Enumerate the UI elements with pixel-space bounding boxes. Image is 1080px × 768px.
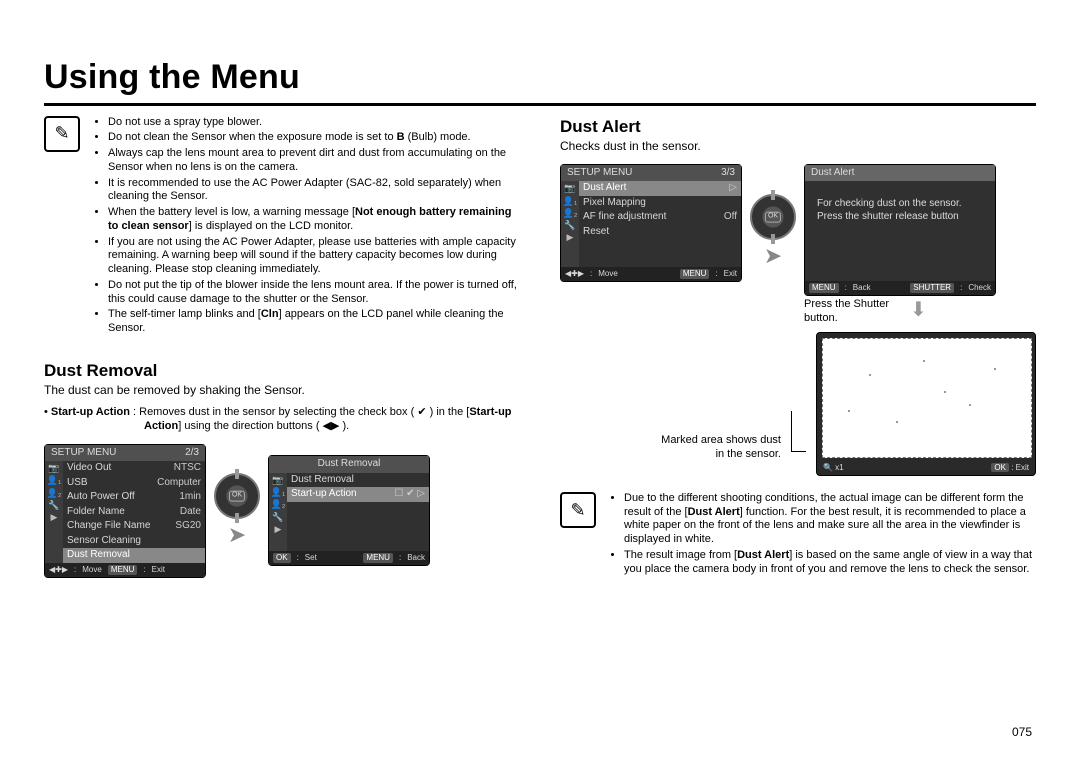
note-item: It is recommended to use the AC Power Ad… (108, 177, 522, 205)
section-dust-removal: Dust Removal (44, 360, 522, 381)
note-item: If you are not using the AC Power Adapte… (108, 236, 522, 277)
leader-line (791, 411, 806, 452)
menu-item: Dust Alert▷ (579, 181, 741, 196)
note-icon: ✎ (560, 492, 596, 528)
menu-item: Dust Removal (287, 473, 429, 488)
note-list: Do not use a spray type blower.Do not cl… (94, 116, 522, 338)
lcd-dust-removal: Dust Removal 📷👤₁👤₂🔧▶ Dust RemovalStart-u… (268, 455, 430, 566)
menu-item: Folder NameDate (63, 505, 205, 520)
title-rule (44, 103, 1036, 106)
menu-item: Dust Removal (63, 548, 205, 563)
dust-removal-subtitle: The dust can be removed by shaking the S… (44, 383, 522, 398)
startup-action-desc: • Start-up Action : Removes dust in the … (44, 406, 522, 434)
note-item: When the battery level is low, a warning… (108, 206, 522, 234)
press-shutter-caption: Press the Shutter button. (804, 298, 904, 326)
note-item: Do not put the tip of the blower inside … (108, 279, 522, 307)
note-item: Due to the different shooting conditions… (624, 492, 1036, 547)
dust-alert-subtitle: Checks dust in the sensor. (560, 139, 1036, 154)
menu-item: AF fine adjustmentOff (579, 210, 741, 225)
menu-item: Auto Power Off1min (63, 490, 205, 505)
menu-item: Sensor Cleaning (63, 534, 205, 549)
note-list: Due to the different shooting conditions… (610, 492, 1036, 579)
dust-preview-screen: 🔍 x1 OK : Exit (816, 332, 1036, 476)
arrow-down-icon: ⬇ (910, 298, 927, 323)
note-item: Do not clean the Sensor when the exposur… (108, 131, 522, 145)
page-title: Using the Menu (44, 56, 1036, 99)
direction-pad-icon: OK (214, 473, 260, 519)
note-item: Do not use a spray type blower. (108, 116, 522, 130)
menu-item: Start-up Action☐ ✔ ▷ (287, 487, 429, 502)
note-icon: ✎ (44, 116, 80, 152)
lcd-tab-icons: 📷👤₁👤₂🔧▶ (45, 461, 63, 563)
page-number: 075 (1012, 725, 1032, 740)
menu-item: Change File NameSG20 (63, 519, 205, 534)
note-item: Always cap the lens mount area to preven… (108, 147, 522, 175)
menu-item: Reset (579, 225, 741, 240)
menu-item: Video OutNTSC (63, 461, 205, 476)
lcd-setup-menu-2-3: SETUP MENU2/3 📷👤₁👤₂🔧▶ Video OutNTSCUSBCo… (44, 444, 206, 578)
marked-area-caption: Marked area shows dust in the sensor. (651, 434, 781, 476)
menu-item: Pixel Mapping (579, 196, 741, 211)
section-dust-alert: Dust Alert (560, 116, 1036, 137)
lcd-dust-alert-prompt: Dust Alert For checking dust on the sens… (804, 164, 996, 297)
note-item: The self-timer lamp blinks and [Cln] app… (108, 308, 522, 336)
lcd-setup-menu-3-3: SETUP MENU3/3 📷👤₁👤₂🔧▶ Dust Alert▷Pixel M… (560, 164, 742, 283)
direction-pad-icon: OK (750, 194, 796, 240)
menu-item: USBComputer (63, 476, 205, 491)
arrow-right-icon: ➤ (228, 521, 246, 549)
note-item: The result image from [Dust Alert] is ba… (624, 549, 1036, 577)
arrow-right-icon: ➤ (764, 242, 782, 270)
